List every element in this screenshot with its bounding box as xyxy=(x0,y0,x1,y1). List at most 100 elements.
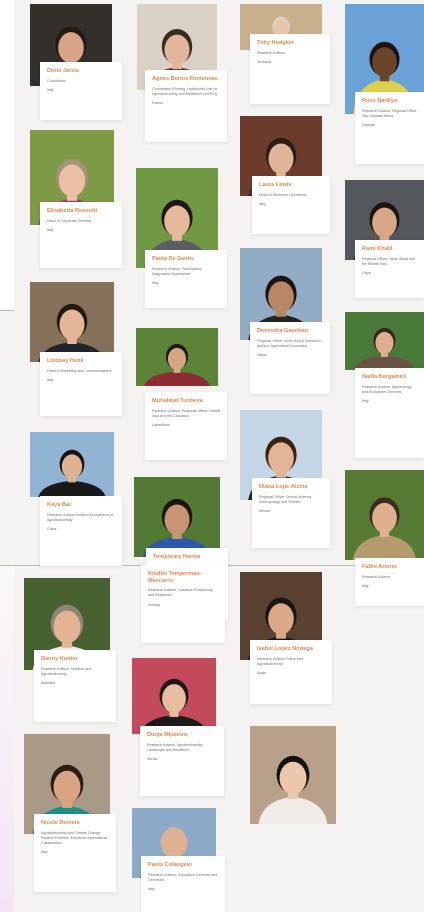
person-country: Italy xyxy=(259,201,266,206)
person-country: Serbia xyxy=(147,757,158,761)
person-role: Head of Marketing and Communications xyxy=(47,368,112,373)
person-name[interactable]: Nadia Bergamini xyxy=(362,374,418,381)
person-name[interactable]: Kaya Bai xyxy=(47,502,116,509)
person-role: Research Advisor, Nutrition and Agrobiod… xyxy=(41,666,92,676)
person-country: Libya xyxy=(362,271,371,275)
person-country: Italy xyxy=(47,377,54,382)
person-name[interactable]: Ross Nankya xyxy=(362,98,418,105)
person-role: Regional Officer Central America, Anthro… xyxy=(259,494,313,504)
profile-card[interactable]: Fabio Attorre Research Advisor Italy xyxy=(355,558,424,606)
person-silhouette xyxy=(30,282,114,362)
person-name[interactable]: Diana Lope-Alzina xyxy=(259,484,324,491)
profile-photo[interactable] xyxy=(345,470,424,560)
person-name[interactable]: Fabio Attorre xyxy=(362,564,418,571)
profile-card[interactable]: Dunja Mijatovic Research Advisor, Agrobi… xyxy=(140,726,224,796)
person-country: Nepal xyxy=(257,353,267,357)
person-role: Coordinator xyxy=(47,78,66,83)
person-role: Research Advisor xyxy=(362,574,391,579)
person-name[interactable]: Toby Hodgkin xyxy=(257,40,324,47)
person-country: Italy xyxy=(47,87,54,92)
person-country: Italy xyxy=(362,399,369,403)
profile-card[interactable]: Kindlin Temperman-Meccarro Research Advi… xyxy=(141,565,225,643)
profile-card[interactable]: Nicole Demers Agrobiodiversity and Clima… xyxy=(34,814,116,892)
person-role: Research Advisor, Participatory Diagnost… xyxy=(152,266,202,276)
person-name[interactable]: Elisabetta Rossetti xyxy=(47,208,116,215)
person-role: Research Advisor, Livestock Productivity… xyxy=(148,588,213,598)
person-name[interactable]: Isabel Lopez Noriega xyxy=(257,646,326,653)
person-country: Italy xyxy=(362,583,369,588)
person-name[interactable]: Doris Jarvis xyxy=(47,68,116,75)
person-country: Mexico xyxy=(259,509,271,513)
divider-line xyxy=(0,310,14,311)
person-name[interactable]: Devendra Gauchan xyxy=(257,328,324,335)
person-country: Australia xyxy=(41,681,55,685)
profile-card[interactable]: Paola De Santis Research Advisor, Partic… xyxy=(145,250,227,308)
person-role: Agrobiodiversity and Climate Change; Rel… xyxy=(41,830,108,845)
person-country: Italy xyxy=(47,227,54,232)
profile-card[interactable]: Laura Lewis Head of Research Operations … xyxy=(252,176,330,234)
person-country: Spain xyxy=(257,671,267,675)
person-name[interactable]: Danny Hunter xyxy=(41,656,110,663)
profile-card[interactable]: Diana Lope-Alzina Regional Officer Centr… xyxy=(252,478,330,548)
profile-photo[interactable] xyxy=(30,432,114,497)
person-country: Scotland xyxy=(257,59,271,64)
person-country: China xyxy=(47,527,57,531)
profile-card[interactable]: Paolo Colangelo Research Advisor, Popula… xyxy=(141,856,225,912)
profile-card[interactable]: Lindsay Hook Head of Marketing and Commu… xyxy=(40,352,122,416)
person-name[interactable]: Dunja Mijatovic xyxy=(147,732,218,739)
person-country: Italy xyxy=(152,281,159,285)
person-country: Norway xyxy=(148,602,161,607)
profile-card[interactable]: Elisabetta Rossetti Head of Corporate Se… xyxy=(40,202,122,268)
person-role: Head of Research Operations xyxy=(259,192,307,197)
person-country: France xyxy=(152,101,164,105)
person-name[interactable]: Agnes Bernis Fonteneau xyxy=(152,76,221,83)
person-name[interactable]: Kindlin Temperman-Meccarro xyxy=(148,571,219,584)
person-role: Research Advisor, Population Genetics an… xyxy=(148,872,218,882)
profile-card[interactable]: Muhabbat Turdieva Research Advisor, Regi… xyxy=(145,392,227,460)
profile-photo[interactable] xyxy=(134,477,220,557)
profile-card[interactable]: Agnes Bernis Fonteneau Coordinator (Pove… xyxy=(145,70,227,142)
person-name[interactable]: Laura Lewis xyxy=(259,182,324,189)
person-name[interactable]: Paolo Colangelo xyxy=(148,862,219,869)
person-country: Italy xyxy=(148,887,155,891)
profile-photo[interactable] xyxy=(136,328,218,386)
person-silhouette xyxy=(250,726,336,824)
profile-photo[interactable] xyxy=(30,282,114,362)
person-name[interactable]: Paola De Santis xyxy=(152,256,221,263)
left-strip-bottom xyxy=(0,565,14,912)
person-silhouette xyxy=(345,470,424,560)
person-name[interactable]: Nicole Demers xyxy=(41,820,110,827)
person-silhouette xyxy=(134,477,220,557)
person-silhouette xyxy=(30,432,114,497)
profile-card[interactable]: Toby Hodgkin Research Advisor Scotland xyxy=(250,34,330,104)
person-name[interactable]: Temporary Hanna xyxy=(153,554,222,561)
person-role: Research Advisor Nutrient Ecosystems of … xyxy=(47,512,114,522)
person-role: Research Advisor, Agrobiodiversity, Land… xyxy=(147,742,204,752)
person-name[interactable]: Muhabbat Turdieva xyxy=(152,398,221,405)
person-role: Research Advisor, Regional Office Sub-Sa… xyxy=(362,108,417,118)
person-name[interactable]: Rami Khalil xyxy=(362,246,418,253)
person-silhouette xyxy=(136,328,218,386)
profile-card[interactable]: Isabel Lopez Noriega Research Advisor Po… xyxy=(250,640,332,704)
profile-card[interactable]: Doris Jarvis Coordinator Italy xyxy=(40,62,122,120)
person-country: Italy xyxy=(41,850,48,855)
person-role: Research Advisor, Regional Officer Centr… xyxy=(152,408,221,418)
profile-photo[interactable] xyxy=(250,726,336,824)
profile-photo[interactable] xyxy=(345,312,424,370)
person-role: Research Advisor, Agroecology and Ecosys… xyxy=(362,384,412,394)
profile-card[interactable]: Kaya Bai Research Advisor Nutrient Ecosy… xyxy=(40,496,122,566)
profile-card[interactable]: Nadia Bergamini Research Advisor, Agroec… xyxy=(355,368,424,458)
profile-card[interactable]: Devendra Gauchan Regional Officer South … xyxy=(250,322,330,394)
profile-card[interactable]: Rami Khalil Regional Officer, Near/ Afri… xyxy=(355,240,424,298)
person-silhouette xyxy=(345,312,424,370)
person-role: Regional Officer South Asia & Research A… xyxy=(257,338,321,348)
profile-photo[interactable] xyxy=(132,658,216,734)
person-role: Research Advisor Policy and Agrobiodiver… xyxy=(257,656,303,666)
person-name[interactable]: Lindsay Hook xyxy=(47,358,116,365)
profile-card[interactable]: Ross Nankya Research Advisor, Regional O… xyxy=(355,92,424,164)
left-strip-top xyxy=(0,0,14,310)
person-role: Research Advisor xyxy=(257,50,286,55)
person-country: Uzbekistan xyxy=(152,423,170,427)
profile-card[interactable]: Danny Hunter Research Advisor, Nutrition… xyxy=(34,650,116,722)
person-role: Regional Officer, Near/ Africa and the M… xyxy=(362,256,416,266)
